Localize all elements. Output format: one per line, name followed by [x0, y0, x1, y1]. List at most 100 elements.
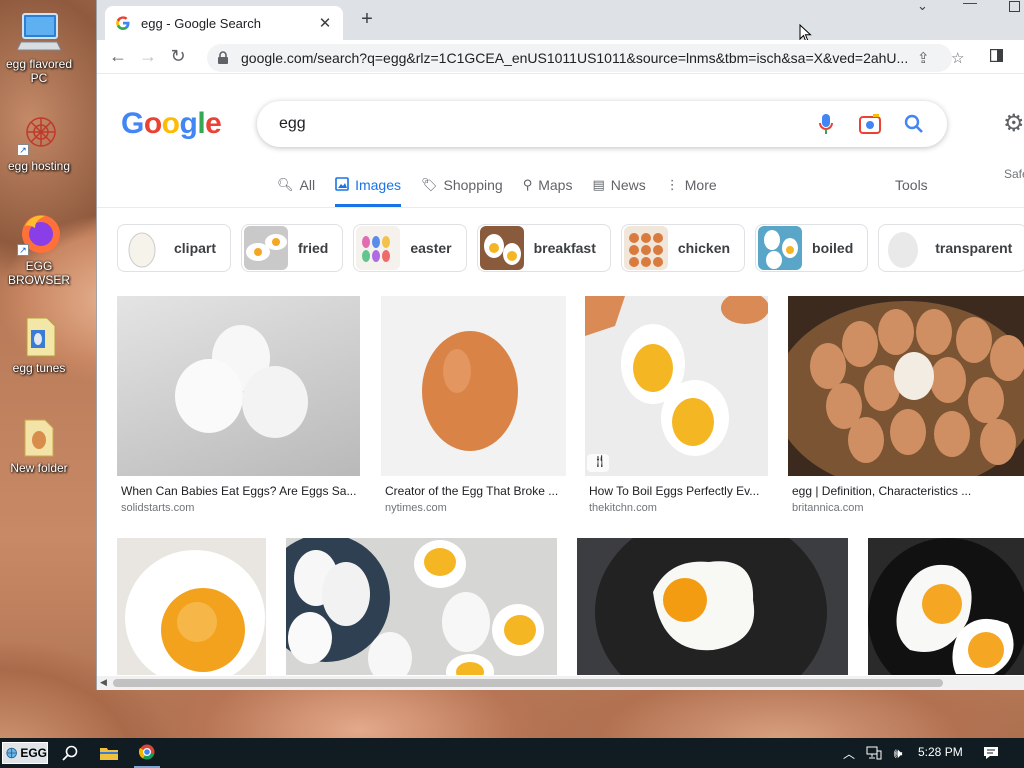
chip-thumbnail: [479, 226, 524, 270]
result-image[interactable]: [117, 296, 360, 476]
image-result[interactable]: [117, 538, 266, 675]
browser-toolbar: ← → ↻ google.com/search?q=egg&rlz=1C1GCE…: [97, 40, 1024, 74]
desktop-icon-label: EGG BROWSER: [7, 259, 70, 287]
tab-title: egg - Google Search: [141, 15, 261, 31]
related-chips: clipart fried easter breakfast chicken b…: [117, 224, 1024, 272]
image-result[interactable]: When Can Babies Eat Eggs? Are Eggs Sa...…: [117, 296, 360, 516]
result-image[interactable]: [117, 538, 266, 675]
result-image[interactable]: [381, 296, 566, 476]
image-result[interactable]: Creator of the Egg That Broke ... nytime…: [381, 296, 566, 516]
chip-breakfast[interactable]: breakfast: [476, 224, 611, 272]
app-icon: ↗: [17, 112, 61, 156]
result-source: solidstarts.com: [121, 502, 195, 514]
chip-chicken[interactable]: chicken: [620, 224, 746, 272]
tab-news[interactable]: ▤ News: [592, 173, 645, 207]
chip-thumbnail: [120, 226, 164, 270]
result-caption: When Can Babies Eat Eggs? Are Eggs Sa...: [121, 484, 357, 498]
google-logo[interactable]: Google: [121, 107, 222, 141]
file-explorer-icon[interactable]: [96, 738, 122, 768]
result-image[interactable]: [577, 538, 848, 675]
result-image[interactable]: [868, 538, 1024, 675]
chip-thumbnail: [758, 226, 803, 270]
tab-more[interactable]: ⋮ More: [666, 173, 717, 207]
chrome-icon[interactable]: [134, 738, 160, 768]
chip-thumbnail: [881, 226, 926, 270]
result-image[interactable]: [788, 296, 1024, 476]
chip-thumbnail: [623, 226, 668, 270]
search-box[interactable]: egg: [257, 101, 947, 147]
close-tab-icon[interactable]: ✕: [317, 14, 333, 32]
search-nav-tabs: 🔍︎ All Images 🏷︎ Shopping ⚲ Maps ▤ News: [277, 173, 737, 207]
tab-bar: egg - Google Search ✕ + ⌄ —: [97, 0, 1024, 43]
share-icon[interactable]: ⇪: [917, 49, 930, 67]
chip-easter[interactable]: easter: [353, 224, 467, 272]
horizontal-scrollbar[interactable]: ◀: [97, 676, 1024, 690]
image-result[interactable]: 🍴︎ How To Boil Eggs Perfectly Ev... thek…: [585, 296, 768, 516]
chip-transparent[interactable]: transparent: [878, 224, 1024, 272]
desktop-icon-egg-hosting[interactable]: ↗ egg hosting: [2, 112, 76, 173]
browser-tab[interactable]: egg - Google Search ✕: [105, 6, 343, 40]
address-bar[interactable]: google.com/search?q=egg&rlz=1C1GCEA_enUS…: [207, 44, 952, 72]
new-tab-button[interactable]: +: [355, 8, 379, 31]
image-result[interactable]: [286, 538, 557, 675]
clock[interactable]: 5:28 PM: [918, 745, 963, 759]
image-icon: [335, 177, 349, 194]
url-text: google.com/search?q=egg&rlz=1C1GCEA_enUS…: [241, 50, 909, 66]
pin-icon: ⚲: [522, 177, 533, 192]
folder-icon: [17, 414, 61, 458]
chip-clipart[interactable]: clipart: [117, 224, 232, 272]
search-icon: 🔍︎: [277, 177, 294, 192]
shortcut-arrow-icon: ↗: [17, 144, 29, 156]
bookmark-star-icon[interactable]: ☆: [951, 49, 964, 67]
desktop-icon-egg-tunes[interactable]: egg tunes: [2, 314, 76, 375]
tab-search-icon[interactable]: ⌄: [917, 0, 928, 13]
image-result[interactable]: [868, 538, 1024, 675]
search-icon[interactable]: [901, 111, 927, 137]
scroll-left-icon[interactable]: ◀: [100, 677, 107, 688]
tab-all[interactable]: 🔍︎ All: [277, 173, 315, 207]
result-image[interactable]: 🍴︎: [585, 296, 768, 476]
microphone-icon[interactable]: [813, 111, 839, 137]
maximize-icon[interactable]: [1009, 0, 1020, 14]
back-icon[interactable]: ←: [103, 46, 133, 67]
network-icon[interactable]: [864, 738, 884, 768]
desktop-icon-egg-flavored-pc[interactable]: egg flavored PC: [2, 10, 76, 85]
lock-icon: [218, 51, 228, 64]
side-panel-icon[interactable]: [989, 48, 1004, 66]
desktop-icon-label: egg hosting: [7, 159, 71, 173]
forward-icon[interactable]: →: [133, 46, 163, 67]
volume-icon[interactable]: 🕪︎: [888, 738, 908, 768]
desktop-icon-egg-browser[interactable]: ↗ EGG BROWSER: [2, 212, 76, 287]
more-icon: ⋮: [665, 177, 679, 192]
google-favicon-icon: [116, 16, 130, 30]
reload-icon[interactable]: ↻: [163, 46, 193, 67]
minimize-icon[interactable]: —: [963, 0, 977, 10]
notifications-icon[interactable]: [980, 738, 1002, 768]
search-input[interactable]: egg: [279, 115, 795, 133]
scrollbar-thumb[interactable]: [113, 679, 943, 687]
recipe-fork-icon: 🍴︎: [592, 454, 608, 468]
safe-search-label[interactable]: Safe: [1004, 167, 1024, 181]
computer-icon: [16, 10, 62, 54]
news-icon: ▤: [592, 177, 605, 192]
start-button[interactable]: EGG: [2, 742, 48, 764]
image-result[interactable]: [577, 538, 848, 675]
result-image[interactable]: [286, 538, 557, 675]
search-icon[interactable]: [58, 738, 82, 768]
tab-images[interactable]: Images: [335, 173, 401, 207]
desktop-icon-new-folder[interactable]: New folder: [2, 414, 76, 475]
camera-lens-icon[interactable]: [857, 111, 883, 137]
taskbar: EGG ︿ 🕪︎ 5:28 PM: [0, 738, 1024, 768]
tab-shopping[interactable]: 🏷︎ Shopping: [421, 173, 503, 207]
chip-boiled[interactable]: boiled: [755, 224, 869, 272]
result-source: britannica.com: [792, 502, 864, 514]
shortcut-arrow-icon: ↗: [17, 244, 29, 256]
header-divider: [97, 207, 1024, 208]
tools-button[interactable]: Tools: [895, 177, 928, 193]
chevron-up-icon[interactable]: ︿: [840, 738, 858, 768]
tab-maps[interactable]: ⚲ Maps: [523, 173, 573, 207]
result-caption: egg | Definition, Characteristics ...: [792, 484, 972, 498]
settings-gear-icon[interactable]: ⚙: [1003, 109, 1024, 138]
chip-fried[interactable]: fried: [241, 224, 344, 272]
image-result[interactable]: egg | Definition, Characteristics ... br…: [788, 296, 1024, 516]
